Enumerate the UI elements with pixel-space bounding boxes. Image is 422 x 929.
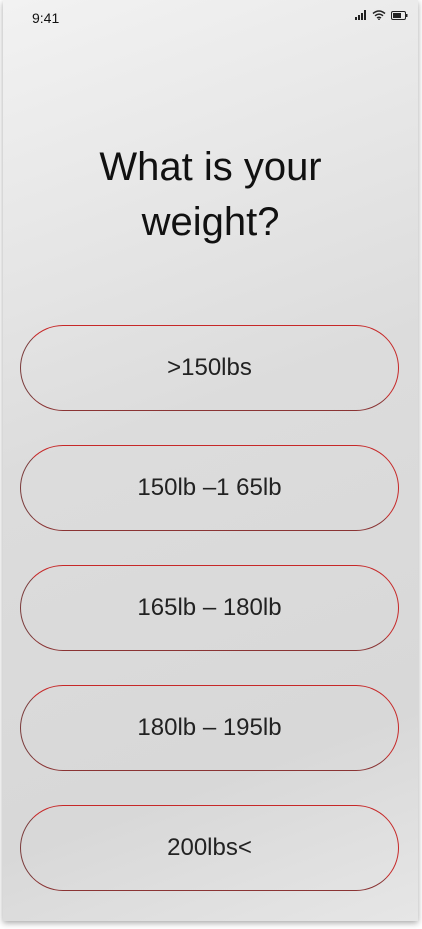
question-line-1: What is your bbox=[99, 145, 322, 189]
wifi-icon bbox=[372, 10, 386, 20]
question-title: What is your weight? bbox=[3, 140, 418, 250]
option-150-165-button[interactable]: 150lb –1 65lb bbox=[20, 445, 399, 531]
option-over-200-button[interactable]: 200lbs< bbox=[20, 805, 399, 891]
signal-icon bbox=[355, 10, 367, 20]
option-165-180-button[interactable]: 165lb – 180lb bbox=[20, 565, 399, 651]
battery-icon bbox=[391, 10, 408, 20]
question-line-2: weight? bbox=[141, 200, 280, 244]
status-icons bbox=[355, 10, 408, 20]
status-time: 9:41 bbox=[32, 10, 60, 26]
option-under-150-button[interactable]: >150lbs bbox=[20, 325, 399, 411]
phone-screen: 9:41 What is your weight? >150lbs 150lb … bbox=[3, 0, 418, 921]
status-bar: 9:41 bbox=[3, 0, 418, 36]
option-180-195-button[interactable]: 180lb – 195lb bbox=[20, 685, 399, 771]
